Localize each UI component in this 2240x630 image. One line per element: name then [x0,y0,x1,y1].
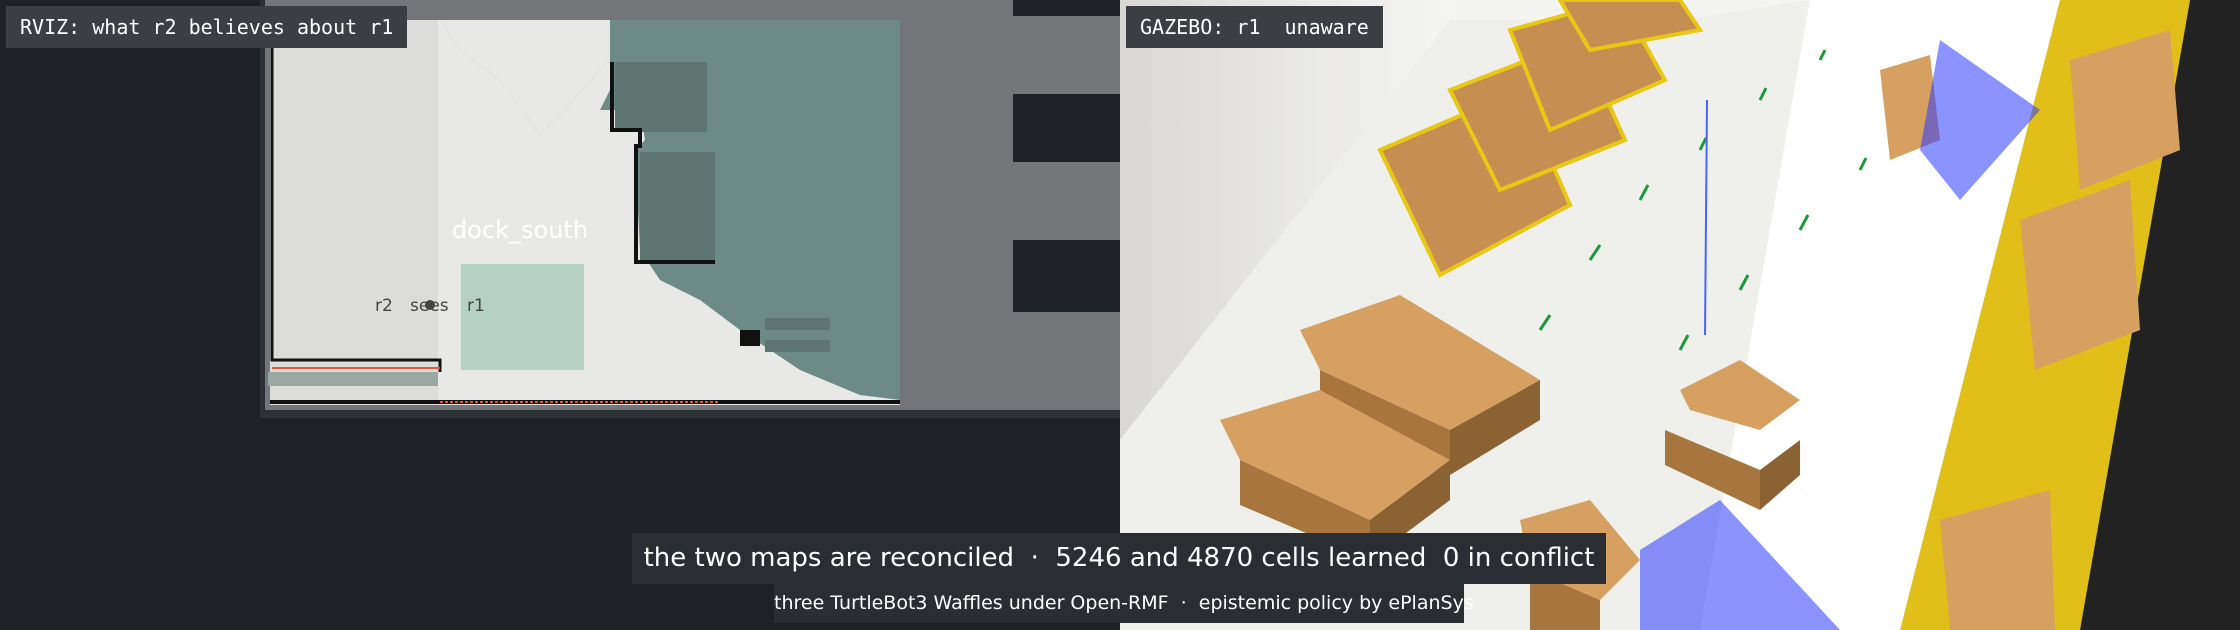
map-left-band [270,20,438,405]
map-zone-dock-south [461,264,584,370]
credit-line: three TurtleBot3 Waffles under Open-RMF … [774,583,1474,623]
reconcile-caption: the two maps are reconciled · 5246 and 4… [632,533,1606,584]
map-room-b [640,152,715,262]
map-room-a [615,62,707,132]
map-dark-strip-3 [1013,240,1120,312]
map-zone-label: dock_south [452,216,588,244]
gazebo-label: GAZEBO: r1 unaware [1126,6,1383,48]
rviz-label: RVIZ: what r2 believes about r1 [6,6,408,48]
map-dark-strip-2 [1013,94,1120,162]
robot-r1-body [740,330,760,346]
robot-r1-footprint-2 [765,340,830,352]
robot-marker [425,300,435,310]
robot-label-r2: r2 [375,296,393,316]
robot-r1-footprint [765,318,830,330]
map-dark-strip-1 [1013,0,1120,16]
map-bottom-strip [268,372,438,386]
robot-label-r1: r1 [467,296,485,316]
